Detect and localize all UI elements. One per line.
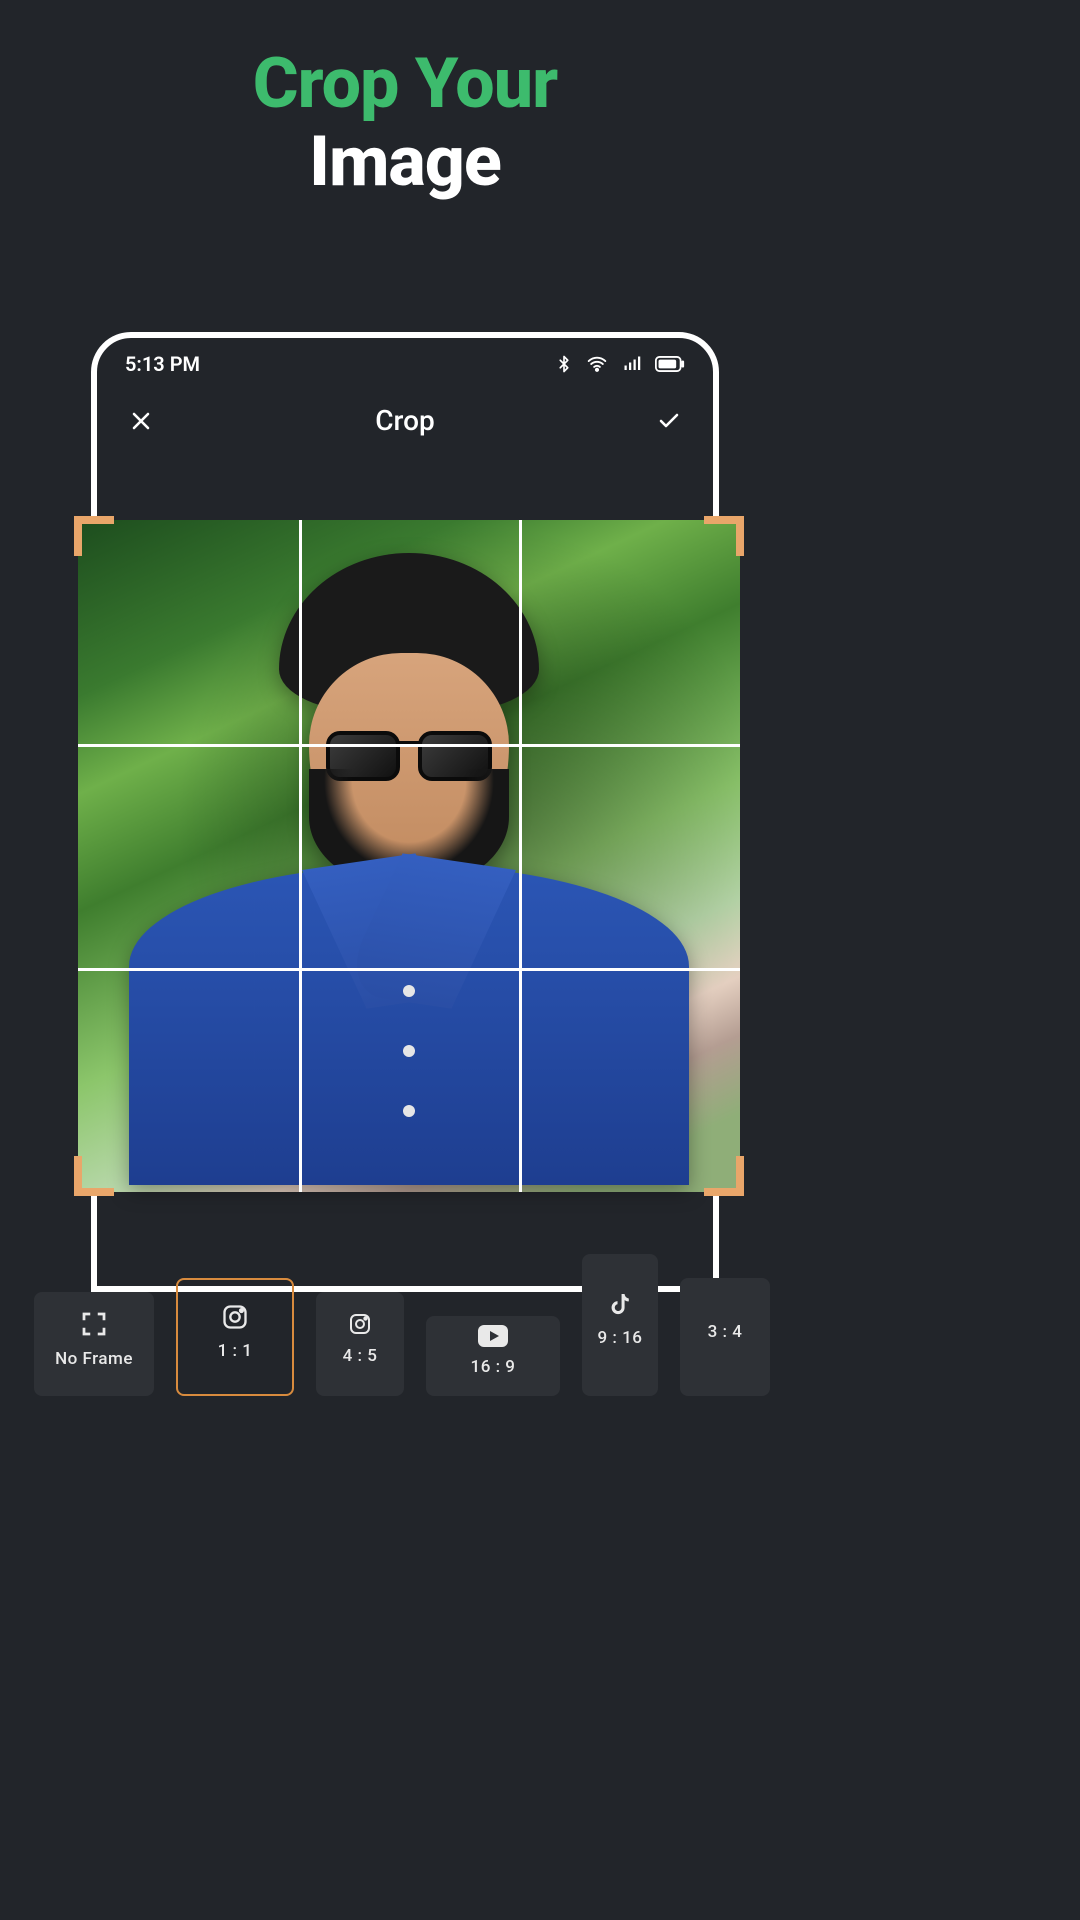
ratio-label: No Frame: [55, 1349, 133, 1369]
rule-of-thirds-grid: [78, 520, 740, 1192]
ratio-3-4[interactable]: 3 : 4: [680, 1278, 770, 1396]
crop-handle-tr[interactable]: [704, 516, 744, 556]
ratio-9-16[interactable]: 9 : 16: [582, 1254, 658, 1396]
close-icon: [129, 409, 153, 433]
check-icon: [655, 409, 683, 433]
editor-header: Crop: [97, 384, 713, 461]
tiktok-icon: [609, 1292, 631, 1318]
status-time: 5:13 PM: [125, 352, 200, 376]
ratio-1-1[interactable]: 1 : 1: [176, 1278, 294, 1396]
youtube-icon: [478, 1325, 508, 1347]
fullscreen-icon: [79, 1309, 109, 1339]
editor-title: Crop: [375, 404, 434, 437]
battery-icon: [655, 355, 685, 373]
promo-title-line2: Image: [0, 126, 810, 200]
ratio-label: 16 : 9: [471, 1357, 516, 1377]
instagram-icon: [221, 1303, 249, 1331]
instagram-icon: [348, 1312, 372, 1336]
crop-canvas[interactable]: [78, 520, 740, 1192]
crop-handle-br[interactable]: [704, 1156, 744, 1196]
crop-handle-tl[interactable]: [74, 516, 114, 556]
ratio-4-5[interactable]: 4 : 5: [316, 1292, 404, 1396]
ratio-label: 3 : 4: [708, 1322, 743, 1342]
status-bar: 5:13 PM: [97, 338, 713, 384]
ratio-no-frame[interactable]: No Frame: [34, 1292, 154, 1396]
ratio-label: 4 : 5: [343, 1346, 378, 1366]
ratio-label: 9 : 16: [598, 1328, 643, 1348]
promo-title-line1: Crop Your: [0, 48, 810, 122]
close-button[interactable]: [125, 405, 157, 437]
ratio-16-9[interactable]: 16 : 9: [426, 1316, 560, 1396]
promo-title: Crop Your Image: [0, 0, 810, 199]
confirm-button[interactable]: [653, 405, 685, 437]
crop-handle-bl[interactable]: [74, 1156, 114, 1196]
aspect-ratio-bar: No Frame 1 : 1 4 : 5 16 : 9 9 : 16 3 : 4: [0, 1230, 810, 1440]
signal-icon: [621, 355, 643, 373]
bluetooth-icon: [555, 353, 573, 375]
wifi-icon: [585, 354, 609, 374]
ratio-label: 1 : 1: [218, 1341, 253, 1361]
